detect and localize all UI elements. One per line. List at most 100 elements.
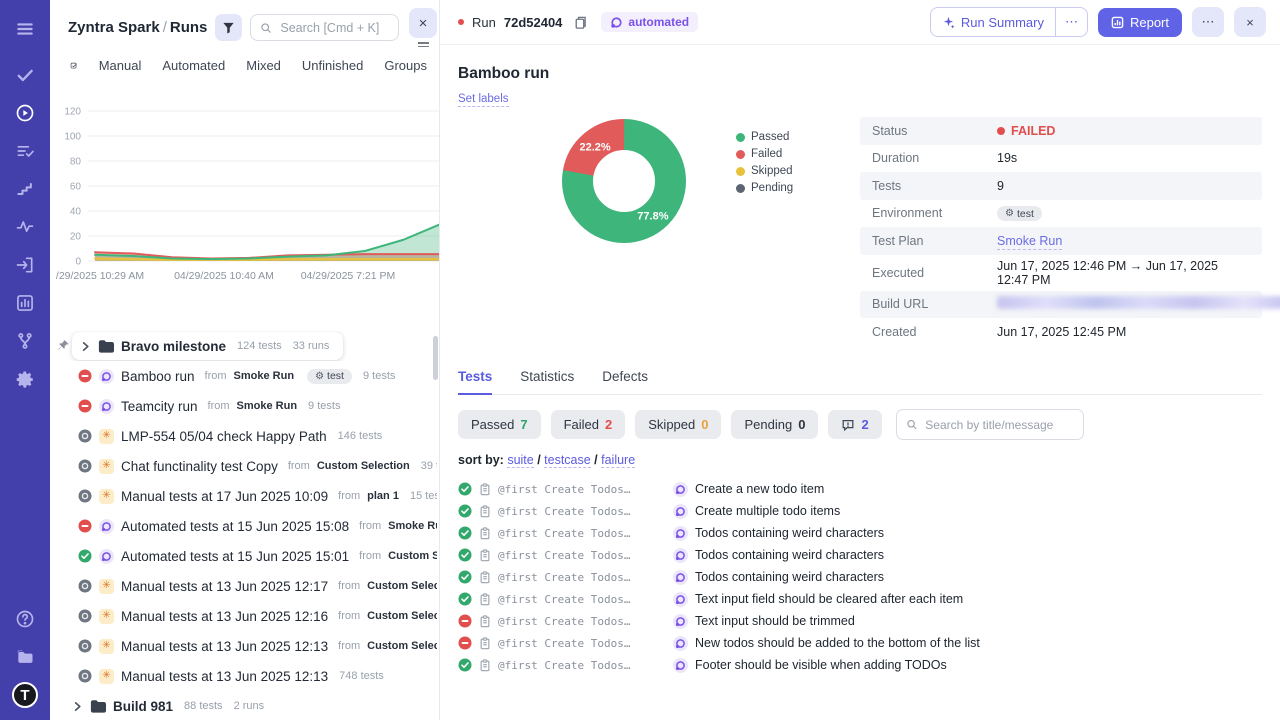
run-name: Manual tests at 13 Jun 2025 12:17 (121, 579, 328, 594)
report-button[interactable]: Report (1098, 8, 1182, 37)
run-row[interactable]: ✳Manual tests at 17 Jun 2025 10:09frompl… (50, 481, 437, 511)
set-labels-link[interactable]: Set labels (458, 93, 509, 107)
filter-chip-passed[interactable]: Passed7 (458, 410, 541, 439)
folder-name: Bravo milestone (121, 339, 226, 354)
skipped-line (95, 259, 440, 260)
branches-nav-icon[interactable] (0, 322, 50, 360)
runs-search-input[interactable] (278, 20, 389, 36)
failed-status-icon (78, 369, 92, 383)
info-row-build-url: Build URL (860, 291, 1262, 319)
panel-close-button[interactable]: × (409, 8, 437, 38)
run-row[interactable]: ✳Manual tests at 13 Jun 2025 12:13fromCu… (50, 631, 437, 661)
info-row-created: CreatedJun 17, 2025 12:45 PM (860, 318, 1262, 346)
sort-link-failure[interactable]: failure (601, 453, 635, 468)
run-row[interactable]: ✳Manual tests at 13 Jun 2025 12:16fromCu… (50, 601, 437, 631)
test-row[interactable]: @first Create Todos…Text input field sho… (458, 588, 1262, 610)
run-type-tab-mixed[interactable]: Mixed (246, 58, 281, 73)
run-row[interactable]: Bamboo runfromSmoke Run⚙test9 tests (50, 361, 437, 391)
run-type-tab-labels: Manual Automated Mixed Unfinished Groups (99, 58, 427, 73)
run-type-tab-unfinished[interactable]: Unfinished (302, 58, 363, 73)
test-suite: @first Create Todos… (498, 483, 666, 496)
copy-run-id-button[interactable] (572, 15, 587, 30)
run-tests-count: 9 tests (363, 370, 395, 382)
projects-icon[interactable] (0, 638, 50, 676)
info-value: Jun 17, 2025 12:45 PM (997, 325, 1126, 339)
filter-chip-skipped[interactable]: Skipped0 (635, 410, 721, 439)
import-nav-icon[interactable] (0, 246, 50, 284)
test-row[interactable]: @first Create Todos…Create a new todo it… (458, 478, 1262, 500)
tab-tests[interactable]: Tests (458, 369, 492, 395)
hamburger-menu-icon[interactable] (0, 10, 50, 48)
test-row[interactable]: @first Create Todos…Todos containing wei… (458, 522, 1262, 544)
run-summary-button[interactable]: Run Summary (931, 8, 1055, 36)
env-badge[interactable]: ⚙test (997, 206, 1042, 221)
settings-nav-icon[interactable] (0, 360, 50, 398)
clipboard-icon (479, 527, 491, 540)
run-folder-row[interactable]: Build 98188 tests2 runs (50, 691, 437, 720)
sort-link-testcase[interactable]: testcase (544, 453, 591, 468)
run-type-tab-groups[interactable]: Groups (384, 58, 427, 73)
project-name: Zyntra Spark (68, 19, 160, 36)
sort-by-label: sort by: (458, 453, 507, 467)
test-row[interactable]: @first Create Todos…Todos containing wei… (458, 544, 1262, 566)
tab-statistics[interactable]: Statistics (520, 369, 574, 394)
test-row[interactable]: @first Create Todos…New todos should be … (458, 632, 1262, 654)
legend-item-skipped[interactable]: Skipped (736, 165, 793, 177)
run-row[interactable]: Automated tests at 15 Jun 2025 15:01from… (50, 541, 437, 571)
tests-search-input[interactable] (923, 417, 1073, 433)
test-row[interactable]: @first Create Todos…Todos containing wei… (458, 566, 1262, 588)
app-root: T Zyntra Spark/Runs × ManualAutomatedMix… (0, 0, 1280, 720)
more-actions-button[interactable]: ⋯ (1192, 7, 1224, 37)
sidebar-bottom-icons (0, 600, 50, 676)
comments-chip[interactable]: 2 (828, 410, 881, 439)
tests-nav-icon[interactable] (0, 56, 50, 94)
runs-nav-icon[interactable] (0, 94, 50, 132)
automated-badge[interactable]: automated (601, 12, 698, 32)
test-row[interactable]: @first Create Todos…Footer should be vis… (458, 654, 1262, 676)
passed-status-icon (458, 526, 472, 540)
mixed-run-icon: ✳ (99, 609, 114, 624)
passed-status-icon (458, 592, 472, 606)
comment-icon (841, 418, 855, 432)
legend-item-passed[interactable]: Passed (736, 131, 793, 143)
filter-button[interactable] (215, 14, 242, 41)
run-summary-more-button[interactable]: ⋯ (1055, 8, 1087, 36)
analytics-nav-icon[interactable] (0, 208, 50, 246)
legend-item-failed[interactable]: Failed (736, 148, 793, 160)
env-badge: ⚙test (307, 369, 352, 384)
run-row[interactable]: ✳Chat functinality test CopyfromCustom S… (50, 451, 437, 481)
from-word: from (338, 580, 360, 592)
run-folder-row[interactable]: Bravo milestone124 tests33 runs (50, 331, 437, 361)
run-row[interactable]: ✳Manual tests at 13 Jun 2025 12:13748 te… (50, 661, 437, 691)
passed-status-icon (458, 482, 472, 496)
close-run-button[interactable]: × (1234, 7, 1266, 37)
test-title: Todos containing weird characters (695, 548, 884, 562)
sort-link-suite[interactable]: suite (507, 453, 533, 468)
pinned-folder-card[interactable]: Bravo milestone124 tests33 runs (72, 332, 343, 360)
reports-nav-icon[interactable] (0, 284, 50, 322)
test-plan-link[interactable]: Smoke Run (997, 234, 1062, 250)
select-runs-icon[interactable] (70, 57, 78, 74)
run-row[interactable]: Teamcity runfromSmoke Run9 tests (50, 391, 437, 421)
run-type-tab-manual[interactable]: Manual (99, 58, 142, 73)
run-status-dot (458, 19, 464, 25)
steps-nav-icon[interactable] (0, 170, 50, 208)
legend-item-pending[interactable]: Pending (736, 182, 793, 194)
filter-chip-failed[interactable]: Failed2 (551, 410, 626, 439)
test-row[interactable]: @first Create Todos…Create multiple todo… (458, 500, 1262, 522)
run-row[interactable]: ✳Manual tests at 13 Jun 2025 12:17fromCu… (50, 571, 437, 601)
plans-nav-icon[interactable] (0, 132, 50, 170)
run-type-tab-automated[interactable]: Automated (162, 58, 225, 73)
app-logo[interactable]: T (12, 682, 38, 708)
from-word: from (338, 640, 360, 652)
filter-chip-pending[interactable]: Pending0 (731, 410, 818, 439)
redacted-build-url[interactable] (997, 296, 1280, 309)
tab-defects[interactable]: Defects (602, 369, 648, 394)
run-row[interactable]: Automated tests at 15 Jun 2025 15:08from… (50, 511, 437, 541)
run-row[interactable]: ✳LMP-554 05/04 check Happy Path146 tests (50, 421, 437, 451)
help-icon[interactable] (0, 600, 50, 638)
run-word: Run (472, 15, 496, 30)
scrollbar-thumb[interactable] (433, 336, 438, 380)
clipboard-icon (479, 593, 491, 606)
test-row[interactable]: @first Create Todos…Text input should be… (458, 610, 1262, 632)
